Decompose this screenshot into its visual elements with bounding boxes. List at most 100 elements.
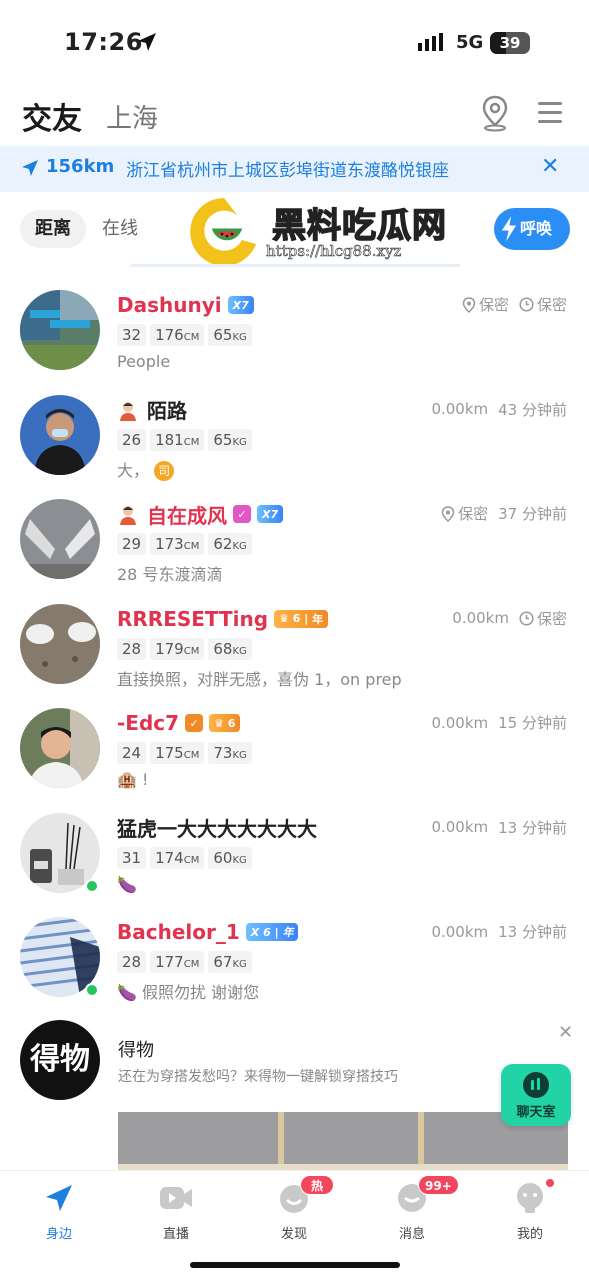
list-item[interactable]: -Edc7 ✓ ♛ 6 0.00km 15 分钟前 24 175CM 73KG …	[0, 696, 589, 801]
stat-height: 179CM	[150, 637, 205, 660]
user-name: 猛虎一大大大大大大大	[117, 817, 317, 841]
list-item[interactable]: 猛虎一大大大大大大大 0.00km 13 分钟前 31 174CM 60KG 🍆	[0, 801, 589, 906]
call-button[interactable]: 呼唤	[494, 208, 570, 250]
avatar[interactable]	[20, 394, 100, 475]
nav-label: 我的	[516, 1227, 543, 1242]
user-name-line: Dashunyi X7	[117, 292, 254, 318]
banner-distance: 156km	[46, 156, 115, 177]
ad-logo[interactable]: 得物	[20, 1020, 100, 1100]
stat-age: 24	[117, 742, 147, 764]
battery-level: 39	[499, 34, 521, 52]
list-item[interactable]: 自在成风 ✓ X7 保密 37 分钟前 29 173CM 62KG 28 号东渡…	[0, 487, 589, 592]
gold-member-badge: ♛ 6 | 年	[274, 609, 329, 628]
watermark-title: 黑料吃瓜网	[271, 205, 447, 247]
online-indicator	[85, 878, 99, 893]
stat-height: 177CM	[150, 951, 205, 973]
man-emoji-icon	[120, 401, 136, 421]
user-meta: 0.00km 13 分钟前	[431, 817, 567, 838]
banner-close-icon[interactable]: ✕	[541, 154, 559, 179]
user-bio: 28 号东渡滴滴	[117, 565, 223, 584]
user-name-line: 陌路	[117, 397, 187, 423]
hot-badge: 热门	[300, 1175, 334, 1213]
city-selector[interactable]: 上海	[106, 98, 158, 135]
nav-label: 身边	[45, 1227, 72, 1242]
nav-discover[interactable]: 发现 热门	[254, 1175, 334, 1242]
stat-height: 173CM	[150, 533, 205, 555]
nav-profile[interactable]: 我的	[490, 1179, 570, 1242]
user-bio: 直接换照，对胖无感，喜伪 1，on prep	[117, 669, 402, 689]
location-arrow-icon	[138, 33, 156, 51]
chatroom-button[interactable]: 聊天室	[501, 1064, 571, 1126]
man-emoji-icon	[120, 506, 136, 525]
nav-label: 直播	[162, 1227, 189, 1242]
user-meta: 0.00km 保密	[452, 608, 567, 629]
profile-icon	[517, 1183, 543, 1213]
user-name: -Edc7	[117, 711, 180, 735]
location-pin-icon	[462, 296, 476, 313]
stat-age: 32	[117, 324, 147, 346]
home-indicator	[190, 1262, 400, 1268]
user-last-active: 13 分钟前	[498, 818, 567, 837]
user-bio: 🍆	[117, 874, 137, 894]
battery-indicator: 39	[490, 32, 530, 54]
nav-nearby[interactable]: 身边	[19, 1181, 99, 1242]
user-last-active: 37 分钟前	[498, 505, 567, 523]
clock-icon	[519, 297, 534, 312]
ad-description: 还在为穿搭发愁吗？来得物一键解锁穿搭技巧	[118, 1069, 398, 1085]
user-bio: 🍆 假照勿扰 谢谢您	[117, 983, 260, 1002]
user-stats: 28 179CM 68KG	[117, 637, 256, 660]
vip-level: 7	[270, 507, 279, 521]
avatar[interactable]	[20, 708, 100, 788]
user-name-line: 自在成风 ✓ X7	[117, 501, 284, 528]
verified-icon: ✓	[185, 714, 204, 732]
tab-distance[interactable]: 距离	[20, 210, 86, 248]
user-bio: People	[117, 352, 171, 371]
watermark-url: https://hlcg88.xyz	[266, 242, 402, 261]
user-name: Dashunyi	[117, 293, 222, 317]
user-distance: 保密	[458, 505, 489, 523]
stat-height: 181CM	[150, 428, 205, 451]
stat-age: 28	[117, 637, 147, 660]
list-item[interactable]: RRRESETTing ♛ 6 | 年 0.00km 保密 28 179CM 6…	[0, 592, 589, 697]
avatar[interactable]	[20, 603, 100, 684]
video-icon	[160, 1187, 192, 1209]
ad-close-icon[interactable]: ✕	[558, 1022, 573, 1043]
user-distance: 保密	[478, 296, 509, 314]
location-banner[interactable]: 156km 浙江省杭州市上城区彭埠街道东渡酪悦银座 ✕	[0, 146, 589, 192]
stat-weight: 65KG	[208, 324, 252, 346]
status-bar: 17:26 5G 39	[0, 0, 589, 80]
stat-height: 175CM	[150, 742, 205, 764]
nav-label: 发现	[280, 1227, 307, 1242]
stat-age: 26	[117, 428, 147, 451]
user-name-line: RRRESETTing ♛ 6 | 年	[117, 606, 329, 632]
user-meta: 保密 保密	[452, 294, 567, 315]
stat-weight: 68KG	[208, 637, 252, 660]
location-pin-icon[interactable]	[478, 94, 512, 132]
watermark: 黑料吃瓜网 https://hlcg88.xyz	[186, 194, 476, 270]
tab-online[interactable]: 在线	[102, 210, 138, 248]
verified-icon: ✓	[233, 505, 251, 523]
navigation-arrow-icon	[22, 160, 38, 176]
avatar[interactable]	[20, 290, 100, 370]
avatar[interactable]	[20, 499, 100, 579]
list-item[interactable]: 陌路 0.00km 43 分钟前 26 181CM 65KG 大， 司	[0, 383, 589, 488]
chat-bubble-icon	[523, 1072, 549, 1098]
stat-weight: 60KG	[208, 846, 252, 869]
app-header: 交友 上海	[0, 88, 589, 142]
user-bio: 大， 司	[117, 457, 175, 481]
stat-age: 28	[117, 951, 147, 973]
nav-live[interactable]: 直播	[136, 1181, 216, 1242]
divider	[130, 264, 460, 267]
watermark-logo	[190, 198, 256, 266]
vip-badge: X7	[227, 296, 254, 314]
menu-icon[interactable]	[536, 96, 564, 130]
ad-image[interactable]	[118, 1112, 568, 1172]
clock-icon	[519, 610, 534, 626]
user-stats: 26 181CM 65KG	[117, 428, 256, 451]
list-item[interactable]: Bachelor_1 X 6 | 年 0.00km 13 分钟前 28 177C…	[0, 905, 589, 1010]
nav-messages[interactable]: 消息 99+	[372, 1175, 459, 1242]
list-item[interactable]: Dashunyi X7 保密 保密 32 176CM 65KG People	[0, 278, 589, 383]
user-name-line: 猛虎一大大大大大大大	[117, 815, 317, 841]
stat-age: 31	[117, 846, 147, 869]
user-name-line: Bachelor_1 X 6 | 年	[117, 919, 299, 945]
